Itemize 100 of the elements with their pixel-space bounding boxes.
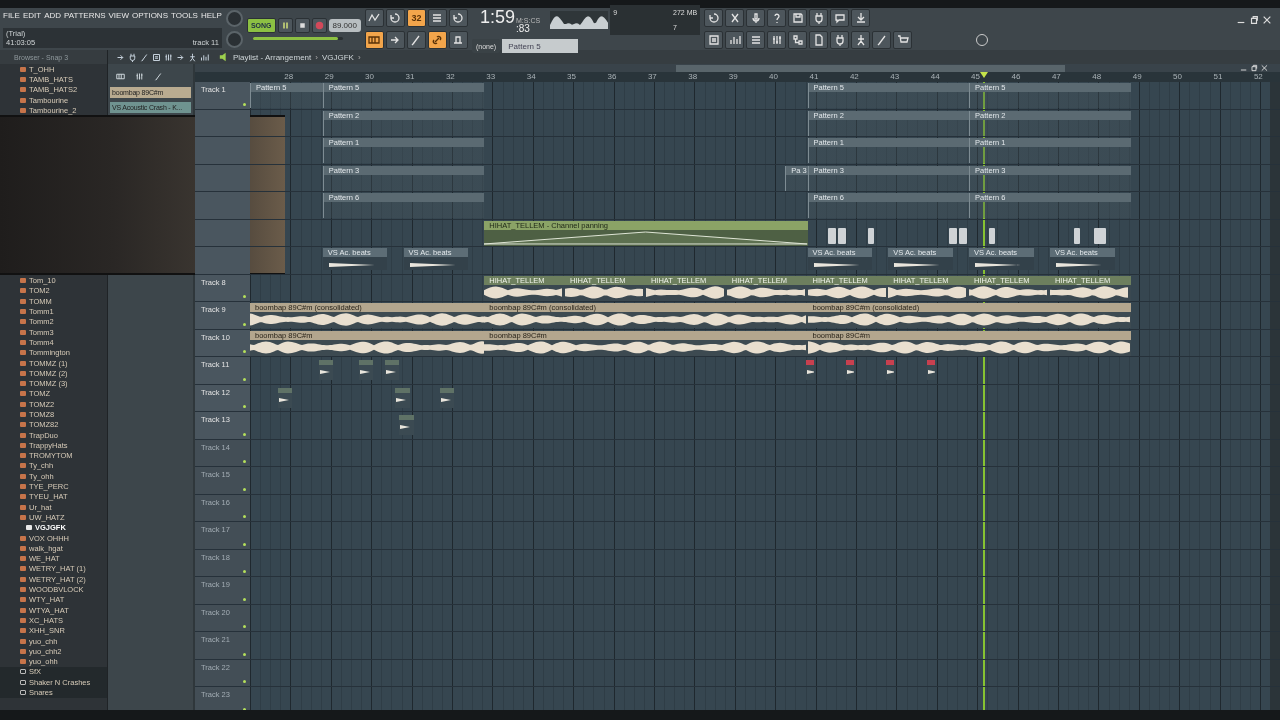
bar-number: 46 <box>1011 72 1021 82</box>
track-header[interactable] <box>195 192 250 219</box>
track-header[interactable] <box>195 137 250 164</box>
track-header[interactable] <box>195 219 250 246</box>
toolbar-button[interactable] <box>830 31 850 49</box>
toolbar-button[interactable] <box>406 31 426 49</box>
menu-item[interactable]: OPTIONS <box>131 11 168 20</box>
tempo-display[interactable]: 89.000 <box>328 19 361 32</box>
playlist-grid[interactable] <box>195 82 1280 710</box>
audio-clip[interactable] <box>395 387 410 408</box>
menu-item[interactable]: FILE <box>3 11 20 20</box>
speaker-icon[interactable] <box>219 52 229 62</box>
timeline-ruler[interactable]: 28 29 30 31 32 33 34 35 36 37 38 39 40 41 42 43 44 45 46 47 48 49 50 51 52 <box>195 72 1280 82</box>
menu-item[interactable]: ADD <box>44 11 62 20</box>
toolbar-button[interactable] <box>788 31 808 49</box>
toolbar-button[interactable] <box>385 9 405 27</box>
volume-slider-fill[interactable] <box>252 37 339 40</box>
audio-slice[interactable] <box>989 227 996 244</box>
track-enable-led[interactable] <box>243 570 246 573</box>
toolbar-button[interactable] <box>767 31 787 49</box>
audio-clip[interactable] <box>439 387 454 408</box>
waveform-drawing <box>279 396 290 403</box>
track-enable-led[interactable] <box>243 680 246 683</box>
track-enable-led[interactable] <box>243 487 246 491</box>
song-overview-scrollbar[interactable] <box>676 65 1065 72</box>
track-enable-led[interactable] <box>243 652 246 656</box>
bars-icon <box>728 34 741 46</box>
stop-button[interactable] <box>294 18 310 33</box>
track-enable-led[interactable] <box>243 707 246 710</box>
close-icon[interactable] <box>1262 15 1272 25</box>
toolbar-button[interactable] <box>893 31 913 49</box>
track-enable-led[interactable] <box>243 377 246 381</box>
track-enable-led[interactable] <box>243 432 246 436</box>
menu-item[interactable]: HELP <box>200 11 222 20</box>
pause-button[interactable] <box>277 18 293 33</box>
toolbar-button[interactable] <box>872 31 892 49</box>
bar-number: 35 <box>567 72 576 82</box>
track-enable-led[interactable] <box>243 542 246 546</box>
toolbar-button[interactable] <box>725 9 745 27</box>
toolbar-button[interactable] <box>364 9 384 27</box>
audio-slice[interactable] <box>868 227 875 244</box>
toolbar-button[interactable] <box>704 31 724 49</box>
audio-slice[interactable] <box>827 227 836 244</box>
toolbar-button[interactable]: 32 <box>406 9 426 27</box>
close-icon[interactable] <box>1260 64 1269 72</box>
toolbar-button[interactable] <box>809 31 829 49</box>
menu-item[interactable]: VIEW <box>108 11 129 20</box>
track-header[interactable] <box>195 164 250 191</box>
audio-clip[interactable] <box>318 360 333 380</box>
toolbar-button[interactable] <box>448 31 468 49</box>
brush-icon <box>875 34 888 46</box>
track-enable-led[interactable] <box>243 322 246 326</box>
track-enable-led[interactable] <box>243 515 246 518</box>
toolbar-button[interactable] <box>851 9 871 27</box>
arrangement-name[interactable]: VGJGFK <box>321 52 354 62</box>
audio-slice[interactable] <box>1074 227 1081 244</box>
track-enable-led[interactable] <box>243 597 246 601</box>
toolbar-button[interactable] <box>788 9 808 27</box>
track-enable-led[interactable] <box>243 405 246 408</box>
audio-slice[interactable] <box>948 227 957 244</box>
toolbar-button[interactable] <box>704 9 724 27</box>
audio-slice[interactable] <box>837 227 846 244</box>
toolbar-button[interactable] <box>364 31 384 49</box>
menu-item[interactable]: PATTERNS <box>64 11 106 20</box>
audio-clip[interactable] <box>278 387 293 408</box>
audio-clip[interactable] <box>805 360 814 380</box>
bar-number: 42 <box>849 72 859 82</box>
toolbar-button[interactable] <box>830 9 850 27</box>
toolbar-button[interactable] <box>809 9 829 27</box>
audio-clip[interactable] <box>926 360 935 380</box>
toolbar-button[interactable] <box>448 9 468 27</box>
toolbar-button[interactable] <box>427 9 447 27</box>
toolbar-button[interactable] <box>746 9 766 27</box>
link-icon <box>431 34 444 46</box>
track-enable-led[interactable] <box>243 295 246 298</box>
audio-clip[interactable] <box>845 360 854 380</box>
menu-item[interactable]: TOOLS <box>171 11 198 20</box>
track-header[interactable] <box>195 109 250 136</box>
audio-clip[interactable] <box>399 415 414 435</box>
track-enable-led[interactable] <box>243 102 246 106</box>
track-enable-led[interactable] <box>243 350 246 353</box>
pattern-selector[interactable]: Pattern 5 <box>502 39 579 53</box>
vertical-scrollbar[interactable] <box>1270 82 1280 710</box>
restore-icon[interactable] <box>1250 64 1258 72</box>
toolbar-button[interactable] <box>746 31 766 49</box>
audio-slice[interactable] <box>1094 227 1107 244</box>
toolbar-button[interactable] <box>851 31 871 49</box>
audio-slice[interactable] <box>959 227 968 244</box>
restore-icon[interactable] <box>1249 15 1259 25</box>
track-header[interactable] <box>195 247 250 274</box>
toolbar-button[interactable] <box>725 31 745 49</box>
audio-clip[interactable] <box>886 360 895 380</box>
menu-item[interactable]: EDIT <box>22 11 42 20</box>
toolbar-button[interactable] <box>385 31 405 49</box>
audio-clip[interactable] <box>359 360 374 380</box>
toolbar-button[interactable] <box>767 9 787 27</box>
track-enable-led[interactable] <box>243 460 246 463</box>
audio-clip[interactable] <box>385 360 400 380</box>
track-enable-led[interactable] <box>243 625 246 628</box>
toolbar-button[interactable] <box>427 31 447 49</box>
